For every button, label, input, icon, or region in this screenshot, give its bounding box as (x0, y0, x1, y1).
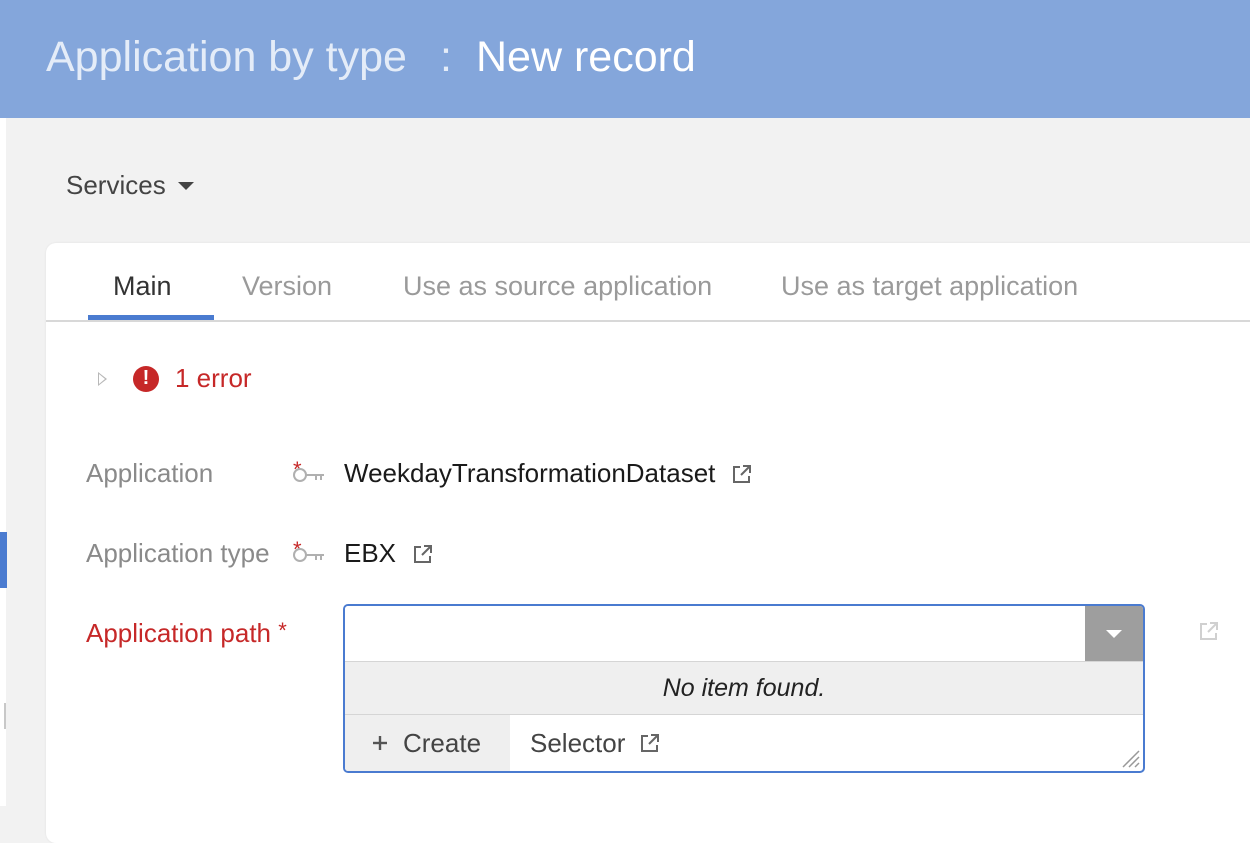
application-type-value-text: EBX (344, 538, 397, 568)
tab-use-as-target[interactable]: Use as target application (781, 271, 1078, 302)
page-header: Application by type : New record (0, 0, 1250, 118)
selector-label: Selector (530, 727, 626, 758)
primary-key-icon (293, 548, 324, 562)
open-external-icon (1200, 622, 1218, 640)
chevron-down-icon (177, 181, 194, 190)
application-label: Application (86, 458, 214, 488)
combobox-dropdown-button[interactable] (1085, 606, 1143, 661)
open-external-icon[interactable] (412, 543, 434, 565)
left-panel-splitter[interactable] (4, 703, 6, 729)
tab-bar: Main Version Use as source application U… (46, 243, 1250, 322)
application-value-text: WeekdayTransformationDataset (344, 458, 716, 488)
record-form-card: Main Version Use as source application U… (46, 243, 1250, 843)
error-icon: ! (133, 365, 159, 392)
application-path-label-text: Application path (86, 618, 272, 648)
tab-version[interactable]: Version (242, 271, 332, 302)
application-value: WeekdayTransformationDataset (344, 458, 753, 489)
open-external-icon (641, 734, 660, 752)
tab-use-as-source[interactable]: Use as source application (403, 271, 712, 302)
breadcrumb-separator: : (440, 33, 452, 81)
left-panel-selection-marker (0, 532, 7, 588)
page-title: New record (476, 33, 696, 81)
expand-triangle-icon[interactable] (98, 371, 107, 386)
application-path-combobox[interactable]: No item found. Create Selector (343, 604, 1145, 773)
error-summary[interactable]: ! 1 error (98, 363, 252, 394)
primary-key-icon (293, 468, 324, 482)
create-label: Create (403, 727, 482, 758)
application-path-input[interactable] (345, 606, 1085, 661)
error-count: 1 error (175, 363, 252, 393)
chevron-down-icon (1106, 629, 1122, 638)
active-tab-indicator (88, 315, 214, 320)
required-star: * (278, 618, 287, 643)
application-type-value: EBX (344, 538, 434, 569)
services-menu-button[interactable]: Services (66, 170, 194, 201)
no-items-message: No item found. (345, 661, 1143, 715)
plus-icon (373, 736, 387, 750)
services-label: Services (66, 170, 166, 200)
application-path-label: Application path * (86, 618, 287, 649)
create-button[interactable]: Create (345, 715, 510, 771)
tab-main[interactable]: Main (113, 271, 172, 302)
resize-grip-icon[interactable] (1119, 747, 1141, 769)
application-type-label: Application type (86, 538, 270, 568)
breadcrumb-table[interactable]: Application by type (46, 33, 407, 82)
open-external-icon[interactable] (731, 463, 753, 485)
selector-button[interactable]: Selector (510, 715, 1143, 771)
